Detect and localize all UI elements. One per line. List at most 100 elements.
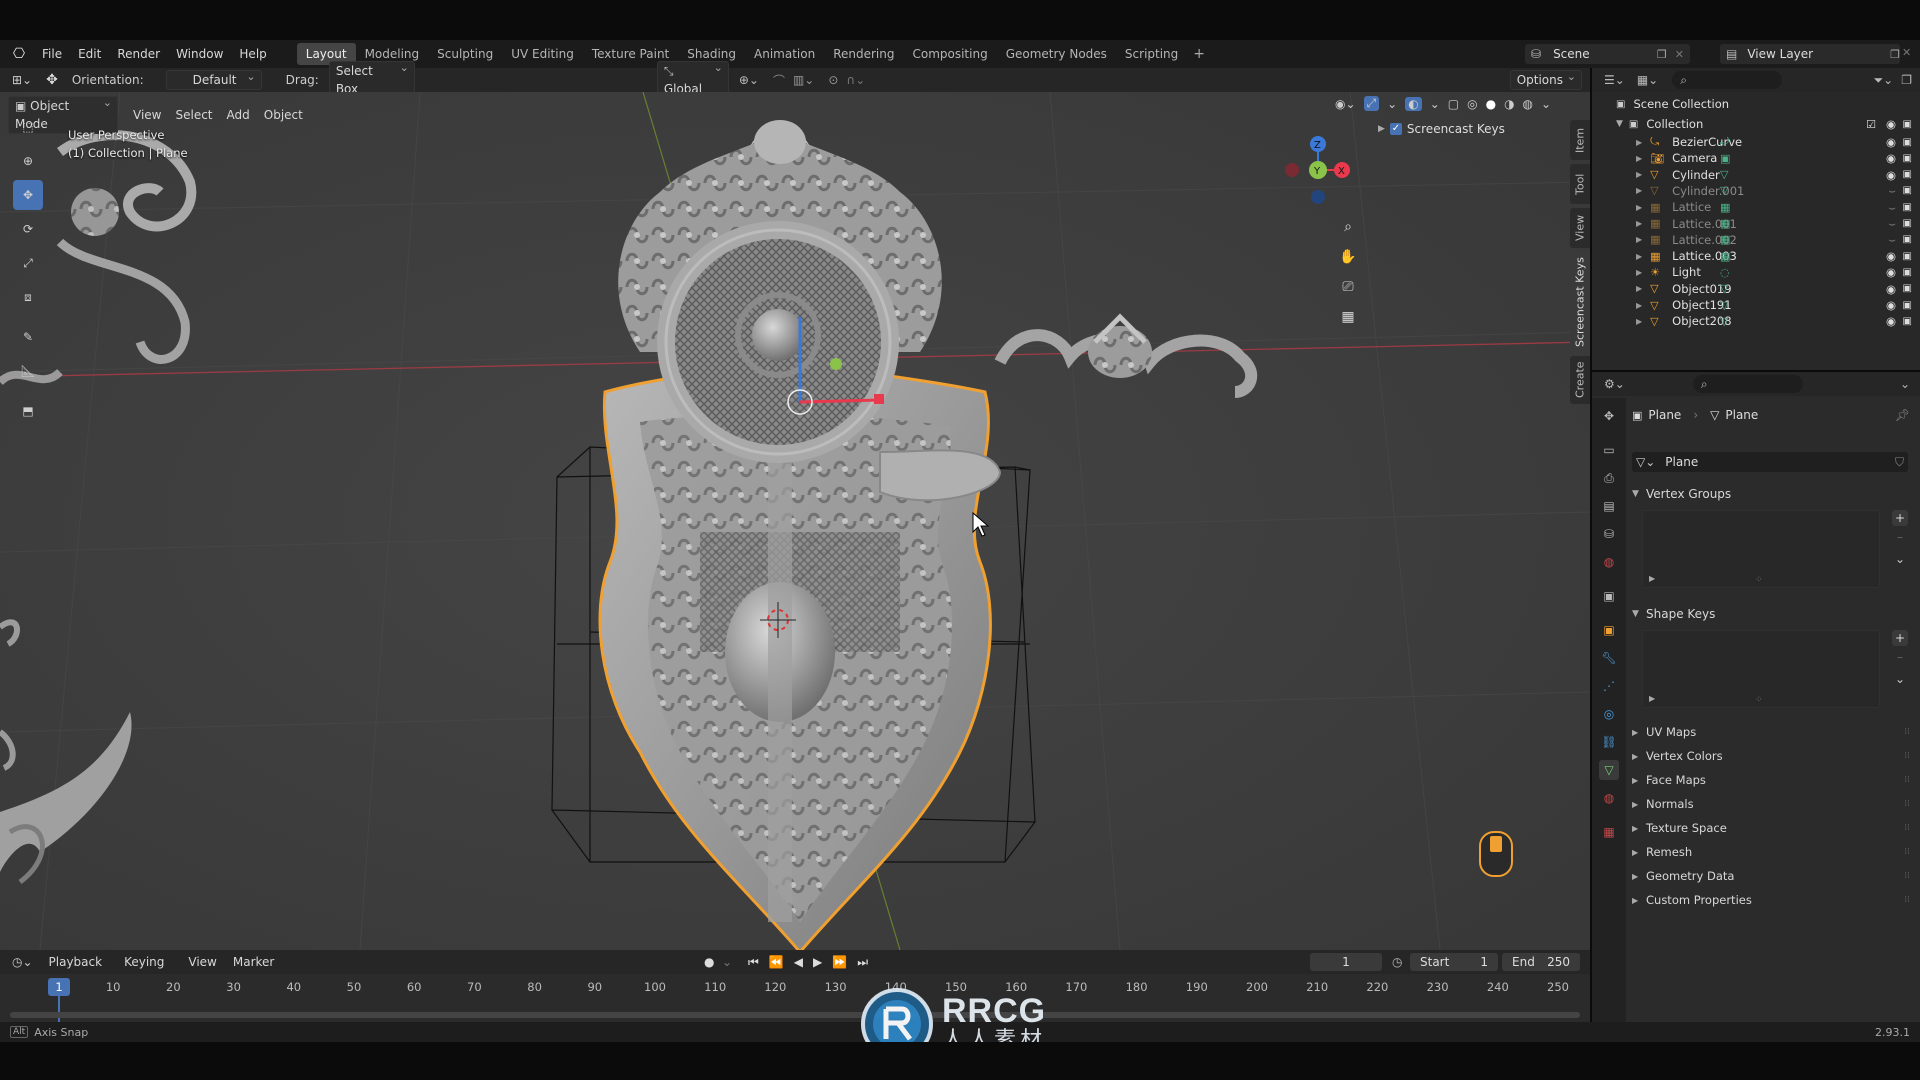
tab-create[interactable]: Create bbox=[1570, 356, 1590, 404]
world-tab-icon[interactable]: ◍ bbox=[1599, 552, 1619, 572]
expand-arrow-icon[interactable]: ▶ bbox=[1636, 301, 1642, 310]
delete-view-layer-icon[interactable]: ✕ bbox=[1902, 46, 1911, 59]
tab-rendering[interactable]: Rendering bbox=[824, 43, 903, 65]
outliner-row-lattice-002[interactable]: ▶ ▦ Lattice.002 ▦ ⌣ ▣ bbox=[1592, 232, 1920, 248]
display-mode-icon[interactable]: ▦⌄ bbox=[1637, 73, 1658, 87]
visibility-eye-icon[interactable]: ◉ bbox=[1886, 314, 1896, 328]
menu-help[interactable]: Help bbox=[231, 43, 274, 65]
cursor-tool-icon[interactable]: ⊕ bbox=[13, 146, 43, 176]
filter-icon[interactable]: ⏷⌄ bbox=[1874, 73, 1894, 88]
visibility-eye-icon[interactable]: ⌣ bbox=[1888, 200, 1896, 215]
scene-tab-icon[interactable]: ⛁ bbox=[1599, 524, 1619, 544]
render-tab-icon[interactable]: ▭ bbox=[1599, 440, 1619, 460]
viewport-menu-select[interactable]: Select bbox=[168, 106, 219, 124]
menu-render[interactable]: Render bbox=[109, 43, 168, 65]
measure-tool-icon[interactable]: 📐︎ bbox=[13, 356, 43, 386]
pivot-point-icon[interactable]: ⊕⌄ bbox=[739, 73, 759, 87]
render-camera-icon[interactable]: ▣ bbox=[1903, 251, 1912, 262]
outliner-search-field[interactable]: ⌕ bbox=[1672, 71, 1783, 89]
outliner-row-beziercurve[interactable]: ▶ ⤿ BezierCurve ⤾ ◉ ▣ bbox=[1592, 134, 1920, 150]
material-shading-icon[interactable]: ◑ bbox=[1504, 97, 1514, 111]
pin-icon[interactable]: 📌︎ bbox=[1895, 408, 1910, 422]
render-camera-icon[interactable]: ▣ bbox=[1903, 202, 1912, 213]
vertex-groups-panel-header[interactable]: ▼ Vertex Groups bbox=[1632, 482, 1910, 506]
visibility-eye-icon[interactable]: ◉ bbox=[1886, 282, 1896, 296]
duplicate-view-layer-icon[interactable]: ❐ bbox=[1890, 48, 1900, 61]
jump-end-icon[interactable]: ⏭ bbox=[857, 955, 868, 970]
drag-grip-icon[interactable]: ⁞⁞ bbox=[1904, 799, 1910, 809]
duplicate-scene-icon[interactable]: ❐ bbox=[1657, 48, 1667, 61]
properties-search-field[interactable]: ⌕ bbox=[1692, 375, 1803, 393]
visibility-eye-icon[interactable]: ◉ bbox=[1886, 168, 1896, 182]
gizmo-toggle-icon[interactable]: ⤢ bbox=[1363, 96, 1380, 111]
add-cube-tool-icon[interactable]: ⬒ bbox=[13, 396, 43, 426]
auto-keying-icon[interactable]: ● bbox=[704, 955, 714, 969]
render-camera-icon[interactable]: ▣ bbox=[1903, 153, 1912, 164]
blender-logo-icon[interactable]: ⎔ bbox=[10, 46, 28, 62]
modifier-tab-icon[interactable]: 🔧︎ bbox=[1599, 648, 1619, 668]
solid-shading-icon[interactable]: ● bbox=[1486, 97, 1496, 111]
end-frame-field[interactable]: End 250 bbox=[1502, 953, 1580, 971]
pan-hand-icon[interactable]: ✋ bbox=[1335, 244, 1361, 270]
visibility-eye-icon[interactable]: ◉ bbox=[1886, 298, 1896, 312]
shape-key-specials-icon[interactable]: ⌄ bbox=[1892, 672, 1908, 686]
add-shape-key-button[interactable]: + bbox=[1892, 630, 1908, 646]
outliner-row-light[interactable]: ▶ ☀ Light ◌ ◉ ▣ bbox=[1592, 264, 1920, 280]
outliner-row-cylinder-001[interactable]: ▶ ▽ Cylinder.001 ▽ ⌣ ▣ bbox=[1592, 183, 1920, 199]
editor-type-icon[interactable]: ⊞⌄ bbox=[12, 73, 32, 87]
expand-arrow-icon[interactable]: ▶ bbox=[1636, 154, 1642, 163]
zoom-icon[interactable]: ⌕ bbox=[1335, 214, 1361, 240]
visibility-eye-icon[interactable]: ⌣ bbox=[1888, 216, 1896, 231]
screencast-keys-toggle[interactable]: ▶ ✓ Screencast Keys bbox=[1378, 122, 1505, 136]
view-layer-tab-icon[interactable]: ▤ bbox=[1599, 496, 1619, 516]
outliner-row-object019[interactable]: ▶ ▽ Object019 ▽ ◉ ▣ bbox=[1592, 281, 1920, 297]
expand-arrow-icon[interactable]: ▶ bbox=[1636, 203, 1642, 212]
navigation-gizmo[interactable]: Z X Y bbox=[1270, 132, 1350, 212]
playhead[interactable]: 1 bbox=[48, 978, 70, 996]
panel-vertex-colors[interactable]: ▶ Vertex Colors ⁞⁞ bbox=[1632, 744, 1910, 768]
snap-icon[interactable]: ⌒ bbox=[773, 72, 785, 89]
3d-viewport[interactable]: ▣ Object Mode ViewSelectAddObject User P… bbox=[0, 92, 1590, 950]
render-camera-icon[interactable]: ▣ bbox=[1903, 283, 1912, 294]
mesh-browse-icon[interactable]: ▽⌄ bbox=[1636, 455, 1655, 469]
current-frame-field[interactable]: 1 bbox=[1310, 953, 1382, 971]
outliner-row-object191[interactable]: ▶ ▽ Object191 ▽ ◉ ▣ bbox=[1592, 297, 1920, 313]
drag-grip-icon[interactable]: ⁞⁞ bbox=[1904, 847, 1910, 857]
texture-tab-icon[interactable]: ▦ bbox=[1599, 822, 1619, 842]
delete-scene-icon[interactable]: ✕ bbox=[1675, 48, 1684, 61]
outliner-row-camera[interactable]: ▶ 📷︎ Camera ▣ ◉ ▣ bbox=[1592, 150, 1920, 166]
annotate-tool-icon[interactable]: ✎ bbox=[13, 322, 43, 352]
expand-arrow-icon[interactable]: ▶ bbox=[1636, 219, 1642, 228]
panel-geometry-data[interactable]: ▶ Geometry Data ⁞⁞ bbox=[1632, 864, 1910, 888]
visibility-eye-icon[interactable]: ◉ bbox=[1886, 135, 1896, 149]
next-keyframe-icon[interactable]: ⏩ bbox=[832, 955, 847, 970]
visibility-icon[interactable]: ◉⌄ bbox=[1335, 97, 1356, 111]
drag-grip-icon[interactable]: ⁞⁞ bbox=[1904, 823, 1910, 833]
visibility-eye-icon[interactable]: ◉ bbox=[1886, 151, 1896, 165]
new-collection-icon[interactable]: ❐ bbox=[1901, 73, 1912, 87]
keying-options-icon[interactable]: ⌄ bbox=[722, 955, 732, 969]
prev-keyframe-icon[interactable]: ⏪ bbox=[769, 955, 784, 970]
render-camera-icon[interactable]: ▣ bbox=[1903, 316, 1912, 327]
exclude-checkbox[interactable]: ☑ bbox=[1866, 118, 1876, 131]
overlay-toggle-icon[interactable]: ◐ bbox=[1405, 96, 1422, 111]
tab-view[interactable]: View bbox=[1570, 208, 1590, 248]
constraints-tab-icon[interactable]: ⛓ bbox=[1599, 732, 1619, 752]
list-resize-grip-icon[interactable]: ⁘ bbox=[1755, 695, 1763, 705]
drag-grip-icon[interactable]: ⁞⁞ bbox=[1904, 727, 1910, 737]
visibility-eye-icon[interactable]: ⌣ bbox=[1888, 232, 1896, 247]
render-camera-icon[interactable]: ▣ bbox=[1903, 218, 1912, 229]
scene-collection-row[interactable]: ▣ Scene Collection bbox=[1592, 94, 1920, 114]
visibility-eye-icon[interactable]: ◉ bbox=[1886, 117, 1896, 131]
xray-icon[interactable]: ▢ bbox=[1448, 97, 1459, 111]
properties-editor-icon[interactable]: ⚙⌄ bbox=[1604, 377, 1625, 391]
output-tab-icon[interactable]: ⎙ bbox=[1599, 468, 1619, 488]
tab-tool[interactable]: Tool bbox=[1570, 164, 1590, 204]
expand-arrow-icon[interactable]: ▶ bbox=[1636, 138, 1642, 147]
list-expand-icon[interactable]: ▶ bbox=[1649, 574, 1655, 583]
fake-user-shield-icon[interactable]: ⛉ bbox=[1895, 455, 1904, 470]
object-tab-icon[interactable]: ▣ bbox=[1599, 620, 1619, 640]
render-camera-icon[interactable]: ▣ bbox=[1903, 137, 1912, 148]
expand-arrow-icon[interactable]: ▶ bbox=[1636, 186, 1642, 195]
overlay-dropdown-icon[interactable]: ⌄ bbox=[1430, 97, 1440, 111]
